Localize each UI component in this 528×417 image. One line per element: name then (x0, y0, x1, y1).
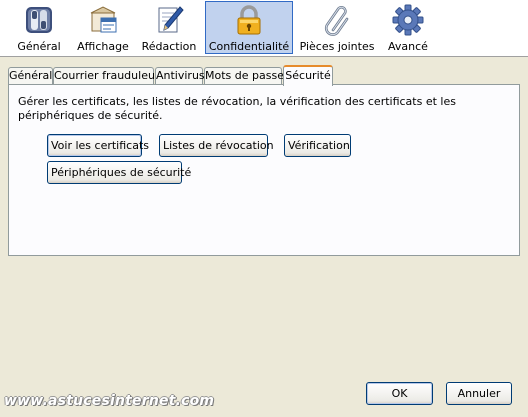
tab-label: Courrier frauduleux (54, 69, 162, 82)
verification-button[interactable]: Vérification (284, 134, 351, 157)
toolbar-label: Général (17, 40, 61, 53)
toolbar-item-compose[interactable]: Rédaction (140, 1, 198, 54)
tab-label: Antivirus (156, 69, 205, 82)
paperclip-icon (324, 5, 349, 36)
tab-label: Mots de passe (205, 69, 284, 82)
padlock-icon (237, 5, 261, 35)
ok-button[interactable]: OK (366, 382, 433, 405)
tab-general[interactable]: Général (8, 67, 53, 85)
view-certificates-button[interactable]: Voir les certificats (47, 134, 149, 157)
toolbar-item-privacy[interactable]: Confidentialité (205, 1, 293, 54)
security-description: Gérer les certificats, les listes de rév… (18, 95, 456, 122)
security-devices-button[interactable]: Périphériques de sécurité (47, 161, 191, 184)
toolbar-item-advanced[interactable]: Avancé (382, 1, 434, 54)
toolbar-label: Rédaction (141, 40, 197, 53)
preferences-toolbar: Général Affichage Rédaction Confidential… (0, 0, 528, 57)
general-switch-icon (26, 7, 52, 33)
tab-label: Sécurité (285, 69, 331, 82)
tab-label: Général (9, 69, 53, 82)
display-window-icon (90, 6, 117, 33)
tab-passwords[interactable]: Mots de passe (204, 67, 284, 85)
tab-security[interactable]: Sécurité (283, 65, 333, 86)
compose-pen-icon (158, 6, 184, 33)
toolbar-item-attachments[interactable]: Pièces jointes (300, 1, 374, 54)
tab-junk-mail[interactable]: Courrier frauduleux (53, 67, 161, 85)
security-panel: Gérer les certificats, les listes de rév… (8, 84, 520, 256)
toolbar-label: Affichage (77, 40, 129, 53)
toolbar-label: Avancé (388, 40, 428, 53)
toolbar-label: Confidentialité (208, 40, 290, 53)
toolbar-item-general[interactable]: Général (11, 1, 67, 54)
revocation-lists-button[interactable]: Listes de révocation (159, 134, 274, 157)
toolbar-item-display[interactable]: Affichage (74, 1, 132, 54)
site-watermark: www.astucesinternet.com (4, 393, 215, 409)
gear-icon (392, 4, 424, 36)
tab-antivirus[interactable]: Antivirus (155, 67, 205, 85)
cancel-button[interactable]: Annuler (446, 382, 512, 405)
toolbar-label: Pièces jointes (299, 40, 375, 53)
